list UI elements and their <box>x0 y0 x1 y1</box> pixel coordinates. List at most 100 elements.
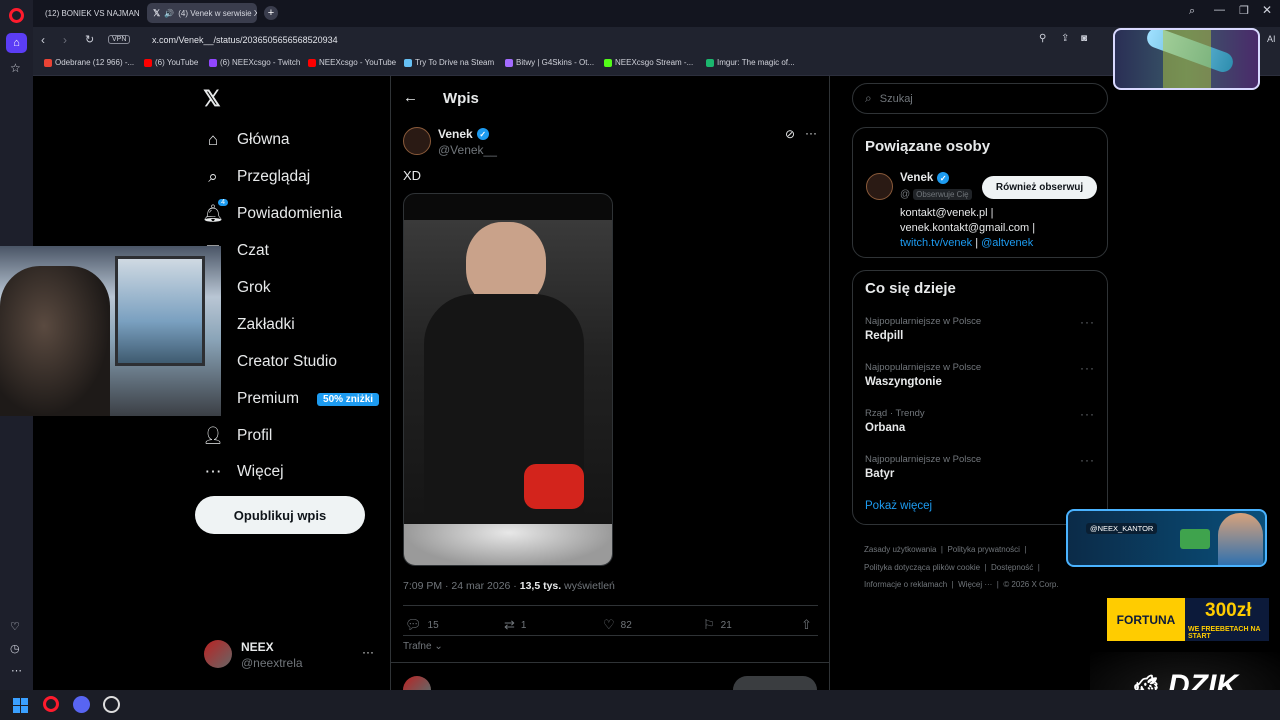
vpn-badge[interactable]: VPN <box>108 35 131 44</box>
webcam-window-frame <box>115 256 205 366</box>
bookmark-button[interactable]: ⚐ 21 <box>703 617 732 633</box>
bio-link-altvenek[interactable]: @altvenek <box>981 237 1033 249</box>
url-field[interactable]: x.com/Venek__/status/2036505656568520934 <box>152 35 338 45</box>
bookmark-youtube-neex[interactable]: NEEXcsgo - YouTube <box>308 58 396 67</box>
show-more-link[interactable]: Pokaż więcej <box>865 500 932 512</box>
bio-link-twitch[interactable]: twitch.tv/venek <box>900 237 972 249</box>
author-name: Venek <box>438 127 473 141</box>
ai-label[interactable]: AI <box>1267 34 1276 44</box>
key-icon[interactable]: ⚲ <box>1039 33 1046 44</box>
nav-profile[interactable]: 👤︎ Profil <box>202 426 272 446</box>
more-icon[interactable]: ⋯ <box>11 664 22 677</box>
trend-name: Orbana <box>865 422 906 434</box>
footer-ads-info[interactable]: Informacje o reklamach <box>864 580 947 589</box>
footer-privacy[interactable]: Polityka prywatności <box>947 545 1019 554</box>
column-divider-right <box>829 76 830 690</box>
tab-x-active[interactable]: 𝕏 🔊 (4) Venek w serwisie X <box>147 3 257 23</box>
bookmark-kick[interactable]: NEEXcsgo Stream -... <box>604 58 693 67</box>
discord-taskbar-icon[interactable] <box>73 696 90 713</box>
grok-explain-icon[interactable]: ⊘ <box>785 127 795 141</box>
tab-youtube[interactable]: (12) BONIEK VS NAJMAN <box>35 3 145 23</box>
trend-item[interactable]: Najpopularniejsze w Polsce Batyr ··· <box>853 451 1107 495</box>
author-handle[interactable]: @Venek__ <box>438 143 497 157</box>
footer-cookies[interactable]: Polityka dotycząca plików cookie <box>864 563 980 572</box>
nav-home[interactable]: ⌂ Główna <box>203 130 290 150</box>
nav-label: Czat <box>237 242 269 259</box>
nav-notifications[interactable]: 🔔︎ 4 Powiadomienia <box>202 199 342 224</box>
back-icon[interactable]: ‹ <box>41 33 45 47</box>
imgur-icon <box>706 58 714 67</box>
column-divider-left <box>390 76 391 690</box>
trend-item[interactable]: Najpopularniejsze w Polsce Redpill ··· <box>853 313 1107 357</box>
trend-more-icon[interactable]: ··· <box>1080 453 1095 467</box>
maximize-button[interactable]: ❐ <box>1239 4 1249 17</box>
trend-more-icon[interactable]: ··· <box>1080 361 1095 375</box>
x-logo-icon: 𝕏 <box>153 7 161 18</box>
footer-accessibility[interactable]: Dostępność <box>991 563 1033 572</box>
home-shortcut-icon[interactable]: ⌂ <box>6 33 27 53</box>
x-logo-icon[interactable]: 𝕏 <box>203 86 221 112</box>
related-avatar[interactable] <box>866 173 893 200</box>
trends-card: Co się dzieje Najpopularniejsze w Polsce… <box>852 270 1108 525</box>
repost-button[interactable]: ⇄ 1 <box>504 617 526 633</box>
trend-more-icon[interactable]: ··· <box>1080 407 1095 421</box>
bookmark-gmail[interactable]: Odebrane (12 966) -... <box>44 58 134 67</box>
related-name-row[interactable]: Venek ✓ <box>900 172 950 184</box>
share-icon[interactable]: ⇪ <box>1061 33 1069 44</box>
back-arrow-icon[interactable]: ← <box>403 89 418 106</box>
camera-icon[interactable]: ◙ <box>1081 33 1087 44</box>
bookmark-label: (6) NEEXcsgo - Twitch <box>220 58 301 67</box>
bookmark-twitch[interactable]: (6) NEEXcsgo - Twitch <box>209 58 300 67</box>
footer-copyright: © 2026 X Corp. <box>1003 580 1059 589</box>
opera-logo-icon[interactable] <box>9 8 24 23</box>
nav-explore[interactable]: ⌕ Przeglądaj <box>203 167 310 187</box>
follow-back-button[interactable]: Również obserwuj <box>982 176 1097 199</box>
share-button[interactable]: ⇧ <box>801 617 812 633</box>
history-icon[interactable]: ◷ <box>10 642 20 655</box>
tab-search-icon[interactable]: ⌕ <box>1189 5 1195 18</box>
footer-more[interactable]: Więcej ··· <box>958 580 992 589</box>
obs-taskbar-icon[interactable] <box>103 696 120 713</box>
close-window-button[interactable]: ✕ <box>1262 3 1272 17</box>
footer-links: Zasady użytkowania | Polityka prywatnośc… <box>864 545 1059 589</box>
reload-icon[interactable]: ↻ <box>85 33 94 46</box>
reply-composer-button[interactable] <box>733 676 817 690</box>
bookmark-imgur[interactable]: Imgur: The magic of... <box>706 58 795 67</box>
premium-discount-pill[interactable]: 50% zniżki <box>317 392 380 406</box>
footer-terms[interactable]: Zasady użytkowania <box>864 545 936 554</box>
bookmark-youtube[interactable]: (6) YouTube <box>144 58 198 67</box>
new-tab-button[interactable]: + <box>264 6 278 20</box>
trend-item[interactable]: Rząd · Trendy Orbana ··· <box>853 405 1107 449</box>
reply-sort-dropdown[interactable]: Trafne ⌄ <box>403 641 443 652</box>
like-button[interactable]: ♡ 82 <box>603 617 632 633</box>
author-name-row[interactable]: Venek ✓ <box>438 127 489 141</box>
post-divider-top <box>403 605 818 606</box>
opera-taskbar-icon[interactable] <box>43 696 59 712</box>
author-avatar[interactable] <box>403 127 431 155</box>
bookmark-steam[interactable]: Try To Drive na Steam <box>404 58 494 67</box>
post-header-title: Wpis <box>443 90 479 107</box>
heart-icon[interactable]: ♡ <box>10 620 20 633</box>
bookmark-g4skins[interactable]: Bitwy | G4Skins - Ot... <box>505 58 594 67</box>
post-video[interactable] <box>403 193 613 566</box>
bell-icon: 🔔︎ 4 <box>202 199 228 224</box>
account-avatar[interactable] <box>204 640 232 668</box>
related-handle-row: @ Obserwuje Cię <box>900 189 972 200</box>
minimize-button[interactable]: — <box>1214 4 1225 16</box>
trend-item[interactable]: Najpopularniejsze w Polsce Waszyngtonie … <box>853 359 1107 403</box>
star-icon[interactable]: ☆ <box>10 61 21 75</box>
bookmark-label: Imgur: The magic of... <box>717 58 795 67</box>
post-text: XD <box>403 168 422 183</box>
nav-creator-studio[interactable]: ▤Creator Studio <box>203 352 337 372</box>
nav-label: Premium <box>237 390 300 407</box>
search-box[interactable]: ⌕ Szukaj <box>852 83 1108 114</box>
windows-start-icon[interactable] <box>13 698 28 713</box>
reply-button[interactable]: 💬︎ 15 <box>405 617 439 633</box>
trend-more-icon[interactable]: ··· <box>1080 315 1095 329</box>
forward-icon[interactable]: › <box>63 33 67 47</box>
account-menu-icon[interactable]: ··· <box>362 645 374 659</box>
post-more-icon[interactable]: ··· <box>805 126 817 140</box>
nav-premium[interactable]: 𝕏Premium50% zniżki <box>203 389 380 409</box>
nav-more[interactable]: ⋯ Więcej <box>203 462 284 482</box>
publish-button[interactable]: Opublikuj wpis <box>195 496 365 534</box>
